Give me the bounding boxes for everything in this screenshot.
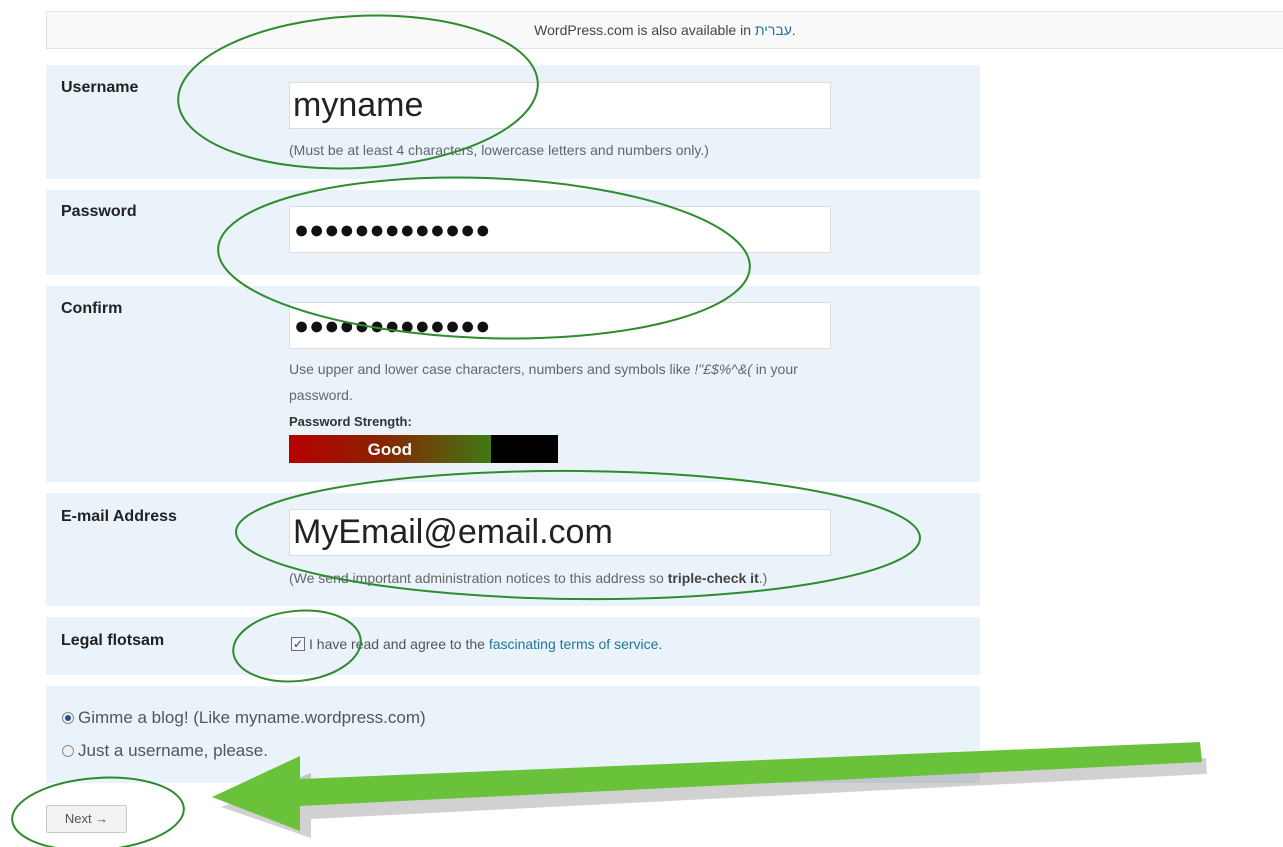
password-strength-text: Good — [367, 440, 413, 459]
terms-text-post: . — [658, 636, 663, 652]
confirm-label: Confirm — [61, 300, 123, 317]
language-bar-text: WordPress.com is also available in — [534, 22, 755, 38]
password-hint-pre: Use upper and lower case characters, num… — [289, 361, 695, 377]
email-hint-bold: triple-check it — [667, 570, 759, 586]
email-label: E-mail Address — [61, 508, 177, 525]
legal-label: Legal flotsam — [61, 632, 165, 649]
username-hint: (Must be at least 4 characters, lowercas… — [289, 142, 709, 158]
password-label: Password — [61, 203, 137, 220]
email-hint: (We send important administration notice… — [289, 565, 767, 591]
terms-of-service-link[interactable]: fascinating terms of service — [489, 636, 659, 652]
terms-text-pre: I have read and agree to the — [309, 636, 489, 652]
email-input[interactable]: MyEmail@email.com — [289, 509, 831, 556]
username-label: Username — [61, 79, 139, 96]
blog-option-username-only-label: Just a username, please. — [78, 741, 268, 760]
username-row: Username myname (Must be at least 4 char… — [46, 65, 980, 179]
password-hint-symbols: !"£$%^&( — [694, 361, 752, 377]
password-hint-post: in your — [751, 361, 798, 377]
username-input[interactable]: myname — [289, 82, 831, 129]
password-input[interactable]: ●●●●●●●●●●●●● — [289, 206, 831, 253]
language-bar: WordPress.com is also available in עברית… — [46, 11, 1283, 49]
email-hint-post: .) — [758, 570, 768, 586]
blog-choice-row: Gimme a blog! (Like myname.wordpress.com… — [46, 686, 980, 783]
terms-text: I have read and agree to the fascinating… — [309, 636, 662, 652]
password-hint: Use upper and lower case characters, num… — [289, 356, 929, 408]
next-button[interactable]: Next → — [46, 805, 127, 833]
radio-button-username-only[interactable] — [62, 745, 74, 757]
legal-row: Legal flotsam ✓ I have read and agree to… — [46, 617, 980, 675]
blog-option-username-only[interactable]: Just a username, please. — [62, 741, 268, 761]
language-bar-suffix: . — [791, 22, 796, 38]
terms-checkbox[interactable]: ✓ — [291, 637, 305, 651]
password-row: Password ●●●●●●●●●●●●● — [46, 190, 980, 275]
email-hint-pre: (We send important administration notice… — [289, 570, 668, 586]
email-row: E-mail Address MyEmail@email.com (We sen… — [46, 493, 980, 606]
hebrew-language-link[interactable]: עברית — [755, 22, 792, 38]
blog-option-gimme-label: Gimme a blog! (Like myname.wordpress.com… — [78, 708, 426, 727]
password-strength-label: Password Strength: — [289, 414, 412, 429]
password-strength-meter: Good — [289, 435, 558, 463]
blog-option-gimme[interactable]: Gimme a blog! (Like myname.wordpress.com… — [62, 708, 426, 728]
radio-button-gimme-blog[interactable] — [62, 712, 74, 724]
confirm-password-input[interactable]: ●●●●●●●●●●●●● — [289, 302, 831, 349]
password-hint-line2: password. — [289, 387, 353, 403]
confirm-row: Confirm ●●●●●●●●●●●●● Use upper and lowe… — [46, 286, 980, 482]
